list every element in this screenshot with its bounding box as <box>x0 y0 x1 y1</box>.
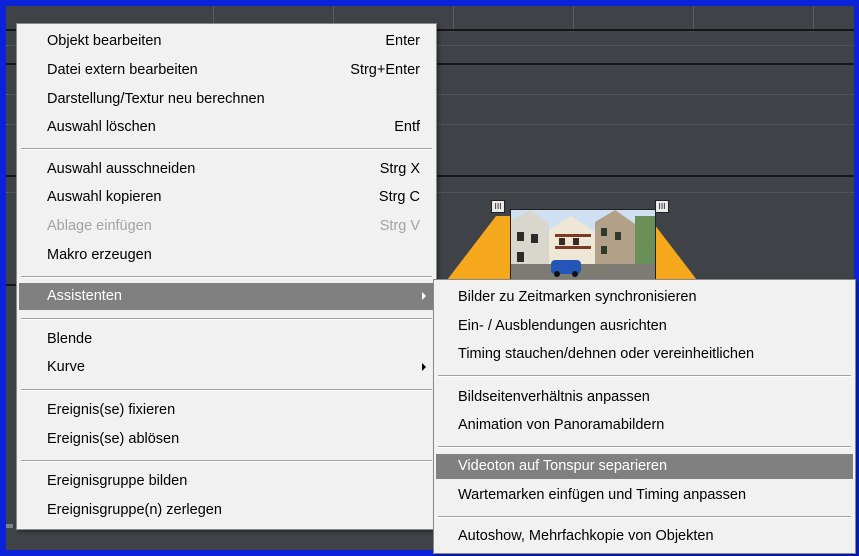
menu-item-label: Bilder zu Zeitmarken synchronisieren <box>458 289 697 305</box>
assistenten-submenu: Bilder zu Zeitmarken synchronisieren Ein… <box>433 279 856 554</box>
menu-item-ablage-einfuegen: Ablage einfügen Strg V <box>19 214 434 239</box>
submenu-item-videoton-separieren[interactable]: Videoton auf Tonspur separieren <box>436 454 853 479</box>
menu-item-label: Timing stauchen/dehnen oder vereinheitli… <box>458 346 755 362</box>
menu-item-label: Ereignis(se) ablösen <box>47 431 180 447</box>
menu-separator <box>438 446 851 448</box>
menu-item-blende[interactable]: Blende <box>19 327 434 352</box>
menu-item-label: Datei extern bearbeiten <box>47 62 198 78</box>
menu-item-ereignisgruppe-bilden[interactable]: Ereignisgruppe bilden <box>19 469 434 494</box>
menu-item-shortcut: Strg X <box>379 161 420 177</box>
submenu-item-wartemarken[interactable]: Wartemarken einfügen und Timing anpassen <box>436 483 853 508</box>
submenu-item-bilder-synchronisieren[interactable]: Bilder zu Zeitmarken synchronisieren <box>436 285 853 310</box>
menu-separator <box>21 318 432 320</box>
menu-item-objekt-bearbeiten[interactable]: Objekt bearbeiten Enter <box>19 29 434 54</box>
menu-item-shortcut: Strg V <box>379 218 420 234</box>
context-menu: Objekt bearbeiten Enter Datei extern bear… <box>16 23 437 530</box>
menu-item-ereignisse-abloesen[interactable]: Ereignis(se) ablösen <box>19 427 434 452</box>
submenu-item-autoshow[interactable]: Autoshow, Mehrfachkopie von Objekten <box>436 524 853 549</box>
submenu-item-blendungen-ausrichten[interactable]: Ein- / Ausblendungen ausrichten <box>436 314 853 339</box>
menu-item-auswahl-loeschen[interactable]: Auswahl löschen Entf <box>19 115 434 140</box>
menu-separator <box>438 375 851 377</box>
submenu-arrow-icon <box>422 363 426 371</box>
menu-item-auswahl-kopieren[interactable]: Auswahl kopieren Strg C <box>19 185 434 210</box>
menu-item-datei-extern-bearbeiten[interactable]: Datei extern bearbeiten Strg+Enter <box>19 58 434 83</box>
menu-item-label: Ablage einfügen <box>47 218 152 234</box>
menu-item-label: Ereignis(se) fixieren <box>47 402 176 418</box>
menu-item-assistenten[interactable]: Assistenten <box>19 283 434 310</box>
menu-item-shortcut: Enter <box>385 33 420 49</box>
menu-item-kurve[interactable]: Kurve <box>19 355 434 380</box>
menu-item-label: Auswahl ausschneiden <box>47 161 196 177</box>
menu-item-ereignisgruppe-zerlegen[interactable]: Ereignisgruppe(n) zerlegen <box>19 498 434 523</box>
menu-item-label: Videoton auf Tonspur separieren <box>458 458 668 474</box>
menu-item-label: Wartemarken einfügen und Timing anpassen <box>458 487 747 503</box>
menu-separator <box>21 460 432 462</box>
menu-item-label: Autoshow, Mehrfachkopie von Objekten <box>458 528 714 544</box>
clip-thumbnail[interactable] <box>510 209 656 281</box>
menu-item-label: Makro erzeugen <box>47 247 152 263</box>
menu-item-auswahl-ausschneiden[interactable]: Auswahl ausschneiden Strg X <box>19 157 434 182</box>
menu-item-label: Auswahl löschen <box>47 119 156 135</box>
clip-marker-right[interactable]: III <box>655 200 669 213</box>
menu-item-shortcut: Strg C <box>378 189 420 205</box>
menu-separator <box>438 516 851 518</box>
menu-item-label: Bildseitenverhältnis anpassen <box>458 389 650 405</box>
submenu-item-bildseitenverhaeltnis[interactable]: Bildseitenverhältnis anpassen <box>436 385 853 410</box>
menu-item-label: Animation von Panoramabildern <box>458 417 665 433</box>
menu-item-shortcut: Strg+Enter <box>350 62 420 78</box>
clip-marker-left[interactable]: III <box>491 200 505 213</box>
menu-item-label: Objekt bearbeiten <box>47 33 162 49</box>
menu-item-darstellung-neu-berechnen[interactable]: Darstellung/Textur neu berechnen <box>19 87 434 112</box>
menu-item-ereignisse-fixieren[interactable]: Ereignis(se) fixieren <box>19 398 434 423</box>
menu-item-label: Kurve <box>47 359 85 375</box>
menu-separator <box>21 148 432 150</box>
menu-item-label: Auswahl kopieren <box>47 189 162 205</box>
submenu-item-timing-stauchen[interactable]: Timing stauchen/dehnen oder vereinheitli… <box>436 342 853 367</box>
menu-item-label: Assistenten <box>47 288 122 304</box>
menu-item-label: Ereignisgruppe bilden <box>47 473 188 489</box>
menu-item-label: Ein- / Ausblendungen ausrichten <box>458 318 667 334</box>
submenu-item-panorama-animation[interactable]: Animation von Panoramabildern <box>436 413 853 438</box>
menu-item-label: Ereignisgruppe(n) zerlegen <box>47 502 222 518</box>
menu-separator <box>21 389 432 391</box>
menu-item-label: Darstellung/Textur neu berechnen <box>47 91 265 107</box>
menu-separator <box>21 276 432 278</box>
menu-item-shortcut: Entf <box>394 119 420 135</box>
menu-item-label: Blende <box>47 331 93 347</box>
menu-item-makro-erzeugen[interactable]: Makro erzeugen <box>19 243 434 268</box>
submenu-arrow-icon <box>422 292 426 300</box>
